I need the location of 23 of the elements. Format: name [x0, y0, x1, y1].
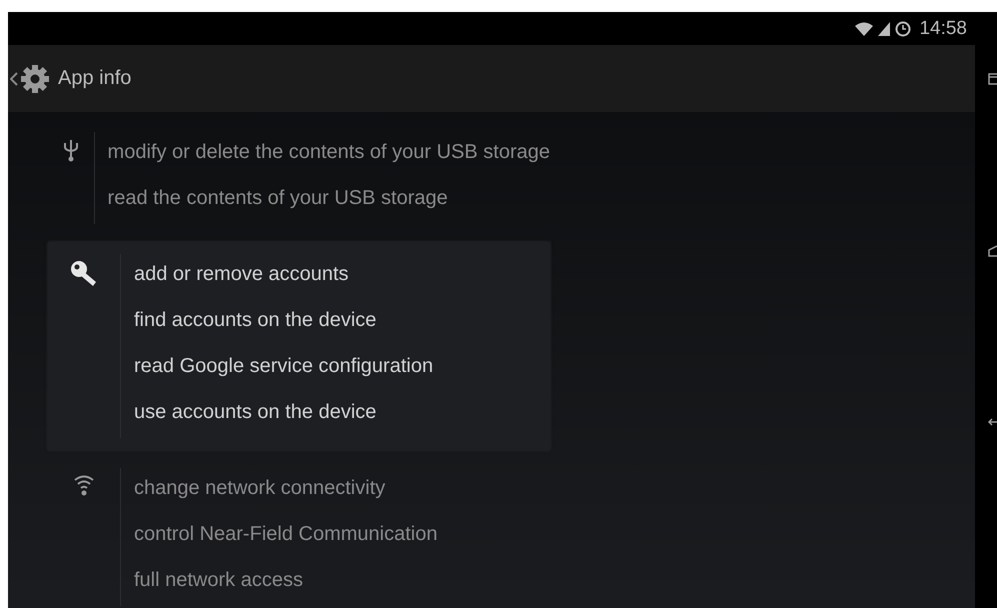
permission-text: read Google service configuration: [134, 354, 434, 379]
screen-title: App info: [58, 67, 132, 90]
permission-text: add or remove accounts: [134, 262, 350, 287]
permission-text: control Near-Field Communication: [134, 522, 438, 547]
permission-text: full network access: [134, 568, 304, 593]
home-icon[interactable]: [987, 245, 997, 257]
alarm-icon: [895, 20, 912, 36]
permission-text: read the contents of your USB storage: [108, 186, 449, 211]
recents-icon[interactable]: [987, 73, 997, 85]
wifi-icon: [74, 474, 94, 496]
key-icon: [70, 260, 98, 288]
permission-text: find accounts on the device: [134, 308, 378, 333]
cell-signal-icon: [878, 22, 890, 36]
permission-text: use accounts on the device: [134, 400, 378, 425]
gear-icon: [20, 64, 50, 94]
clock-time: 14:58: [919, 18, 967, 40]
permission-group-highlight[interactable]: add or remove accounts find accounts on the device read Google service configuration use accounts on the device: [48, 242, 550, 450]
chevron-left-icon: [10, 72, 18, 86]
permission-text: modify or delete the contents of your USB storage: [108, 140, 550, 165]
permission-text: change network connectivity: [134, 476, 386, 501]
back-icon[interactable]: [987, 417, 997, 427]
usb-icon: [62, 138, 79, 162]
wifi-signal-icon: [855, 22, 874, 36]
